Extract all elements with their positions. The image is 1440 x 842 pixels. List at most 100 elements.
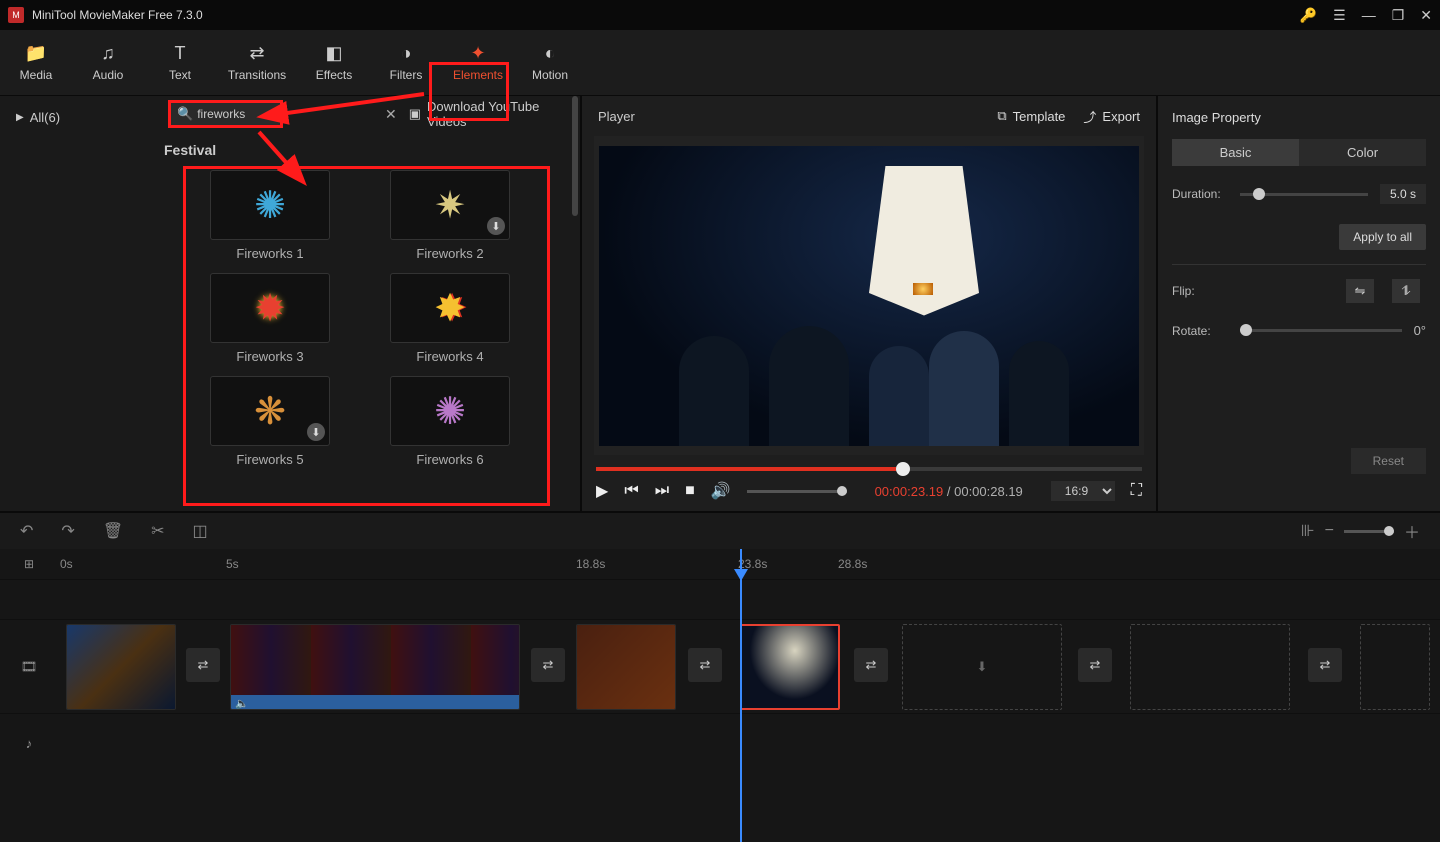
video-track[interactable]: ⇄ 🔈 ⇄ ⇄ ⇄ ⬇ ⇄ ⇄ (58, 620, 1440, 713)
apply-all-button[interactable]: Apply to all (1339, 224, 1426, 250)
element-item[interactable]: ✸ Fireworks 4 (370, 273, 530, 364)
tool-motion[interactable]: ◐Motion (514, 30, 586, 95)
video-track-icon[interactable]: 🎞 (0, 659, 58, 675)
tool-transitions[interactable]: ⇄Transitions (216, 30, 298, 95)
tool-effects[interactable]: ◧Effects (298, 30, 370, 95)
tool-audio[interactable]: ♫Audio (72, 30, 144, 95)
zoom-slider[interactable] (1344, 530, 1394, 533)
transition-slot[interactable]: ⇄ (1308, 648, 1342, 682)
fullscreen-button[interactable]: ⛶ (1131, 482, 1142, 500)
zoom-out-button[interactable]: − (1325, 522, 1334, 540)
transition-slot[interactable]: ⇄ (531, 648, 565, 682)
effects-icon: ◧ (325, 43, 342, 64)
drop-slot[interactable] (1360, 624, 1430, 710)
zoom-in-button[interactable]: ＋ (1404, 519, 1420, 543)
playhead[interactable] (740, 549, 742, 842)
clip[interactable] (576, 624, 676, 710)
menu-icon[interactable]: ☰ (1333, 7, 1346, 24)
main-toolbar: 📁Media ♫Audio TText ⇄Transitions ◧Effect… (0, 30, 1440, 96)
drop-slot[interactable] (1130, 624, 1290, 710)
scrollbar[interactable] (572, 96, 578, 216)
sparkle-icon: ✦ (470, 43, 485, 64)
search-icon: 🔍 (177, 106, 193, 122)
download-icon[interactable]: ⬇ (487, 217, 505, 235)
app-title: MiniTool MovieMaker Free 7.3.0 (32, 8, 1300, 22)
tool-filters[interactable]: ◑Filters (370, 30, 442, 95)
clear-search-icon[interactable]: ✕ (385, 106, 397, 123)
transition-icon: ⇄ (249, 43, 264, 64)
transition-slot[interactable]: ⇄ (688, 648, 722, 682)
timecode: 00:00:23.19 / 00:00:28.19 (875, 484, 1023, 499)
tool-text[interactable]: TText (144, 30, 216, 95)
element-item[interactable]: ❋⬇ Fireworks 5 (190, 376, 350, 467)
drop-slot[interactable]: ⬇ (902, 624, 1062, 710)
snap-button[interactable]: ⊪ (1301, 521, 1315, 541)
reset-button[interactable]: Reset (1351, 448, 1426, 474)
element-item[interactable]: ✷⬇ Fireworks 2 (370, 170, 530, 261)
properties-panel: Image Property Basic Color Duration: 5.0… (1156, 96, 1440, 511)
transition-slot[interactable]: ⇄ (854, 648, 888, 682)
flip-label: Flip: (1172, 284, 1228, 298)
close-icon[interactable]: ✕ (1420, 7, 1432, 24)
elements-browser: ▶ All(6) 🔍 ✕ ▣ Download YouTube Videos F… (0, 96, 580, 511)
aspect-ratio-select[interactable]: 16:9 (1051, 481, 1115, 501)
next-frame-button[interactable]: ⏭ (655, 482, 669, 500)
volume-icon[interactable]: 🔊 (711, 481, 731, 501)
export-icon: ⤴ (1083, 107, 1096, 126)
minimize-icon[interactable]: — (1362, 7, 1376, 23)
audio-track-icon[interactable]: ♪ (0, 736, 58, 751)
section-title: Festival (160, 132, 570, 164)
filters-icon: ◑ (401, 43, 412, 64)
search-box[interactable]: 🔍 (168, 100, 283, 128)
export-button[interactable]: ⤴Export (1083, 107, 1140, 126)
volume-slider[interactable] (747, 490, 847, 493)
tab-color[interactable]: Color (1299, 139, 1426, 166)
flip-vertical-button[interactable]: ⥮ (1392, 279, 1420, 303)
flip-horizontal-button[interactable]: ⇋ (1346, 279, 1374, 303)
firework-icon: ❋ (254, 389, 286, 434)
delete-button[interactable]: 🗑 (103, 521, 123, 541)
rotate-value: 0° (1414, 323, 1426, 338)
tool-media[interactable]: 📁Media (0, 30, 72, 95)
duration-value[interactable]: 5.0 s (1380, 184, 1426, 204)
category-all[interactable]: ▶ All(6) (8, 104, 142, 131)
search-input[interactable] (197, 107, 277, 121)
maximize-icon[interactable]: ❐ (1392, 7, 1405, 24)
video-preview[interactable] (594, 136, 1144, 455)
element-item[interactable]: ✹ Fireworks 3 (190, 273, 350, 364)
add-track-button[interactable]: ⊞ (0, 557, 58, 571)
clip[interactable]: 🔈 (230, 624, 520, 710)
download-youtube-link[interactable]: ▣ Download YouTube Videos (409, 99, 562, 129)
rotate-slider[interactable] (1240, 329, 1402, 332)
template-button[interactable]: ⧉Template (997, 108, 1065, 124)
download-icon[interactable]: ⬇ (307, 423, 325, 441)
app-icon: M (8, 7, 24, 23)
tab-basic[interactable]: Basic (1172, 139, 1299, 166)
clip[interactable] (66, 624, 176, 710)
motion-icon: ◐ (545, 43, 556, 64)
element-item[interactable]: ✺ Fireworks 6 (370, 376, 530, 467)
redo-button[interactable]: ↷ (61, 521, 74, 541)
audio-track[interactable] (58, 714, 1440, 773)
prev-frame-button[interactable]: ⏮ (624, 482, 638, 500)
player-panel: Player ⧉Template ⤴Export ▶ ⏮ (580, 96, 1156, 511)
transition-slot[interactable]: ⇄ (1078, 648, 1112, 682)
elements-grid: ✺ Fireworks 1 ✷⬇ Fireworks 2 ✹ Fireworks… (160, 164, 570, 473)
progress-bar[interactable] (596, 467, 1142, 471)
firework-icon: ✹ (254, 286, 286, 331)
tool-elements[interactable]: ✦Elements (442, 30, 514, 95)
duration-slider[interactable] (1240, 193, 1368, 196)
timeline: ⊞ 0s 5s 18.8s 23.8s 28.8s 🎞 ⇄ 🔈 ⇄ ⇄ ⇄ ⬇ … (0, 549, 1440, 842)
crop-button[interactable]: ◫ (193, 521, 208, 541)
firework-icon: ✺ (434, 389, 466, 434)
transition-slot[interactable]: ⇄ (186, 648, 220, 682)
player-title: Player (598, 109, 635, 124)
element-item[interactable]: ✺ Fireworks 1 (190, 170, 350, 261)
undo-button[interactable]: ↶ (20, 521, 33, 541)
play-button[interactable]: ▶ (596, 481, 608, 501)
clip-selected[interactable] (740, 624, 840, 710)
stop-button[interactable]: ■ (685, 482, 695, 500)
split-button[interactable]: ✂ (151, 521, 164, 541)
timeline-ruler[interactable]: ⊞ 0s 5s 18.8s 23.8s 28.8s (0, 549, 1440, 579)
license-key-icon[interactable]: 🔑 (1300, 7, 1317, 24)
